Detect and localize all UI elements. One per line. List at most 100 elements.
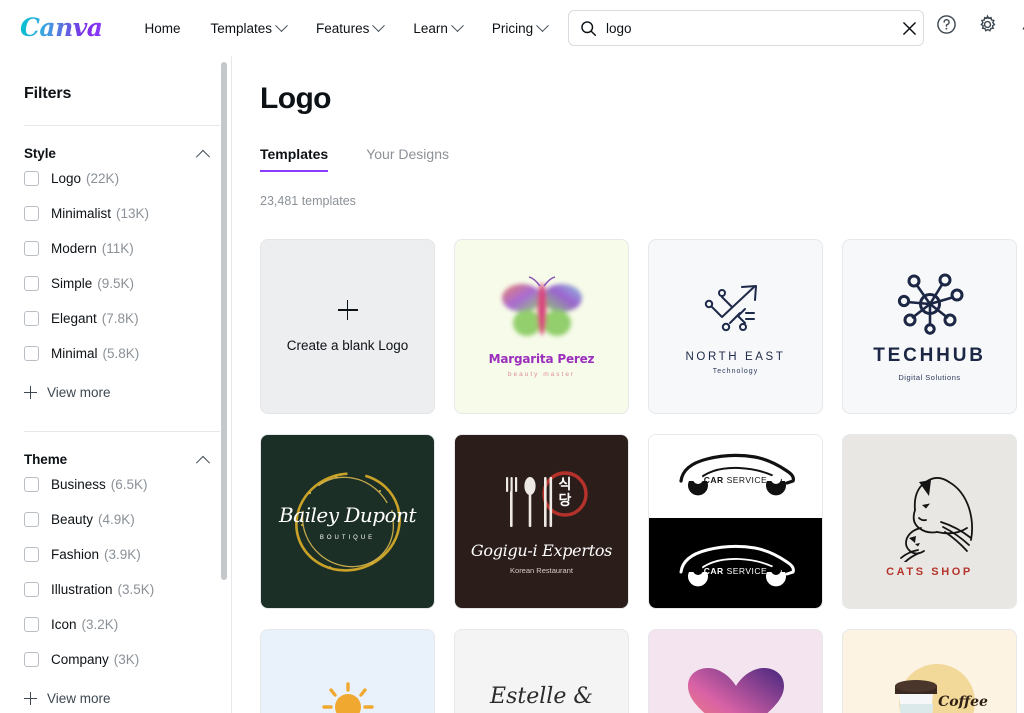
search-icon <box>581 20 597 36</box>
main-nav-links: Home Templates Features Learn Pricing <box>145 18 549 36</box>
filter-option-count: (7.8K) <box>101 311 139 326</box>
filter-option-label: Minimalist <box>51 206 112 221</box>
checkbox[interactable] <box>24 477 39 492</box>
nav-item-home[interactable]: Home <box>145 21 181 36</box>
template-card-coffee[interactable]: Coffee <box>842 629 1017 713</box>
filter-group-theme-header[interactable]: Theme <box>24 452 231 470</box>
filter-option-beauty[interactable]: Beauty (4.9K) <box>24 502 231 537</box>
plus-icon <box>337 300 358 320</box>
filter-group-title: Style <box>24 146 56 161</box>
canva-logo[interactable]: Canva <box>20 15 103 42</box>
filter-group-style-header[interactable]: Style <box>24 146 231 164</box>
template-subtitle: SERVICE <box>726 566 768 577</box>
template-card-car-service[interactable]: CAR SERVICE CAR SERVICE <box>648 434 823 609</box>
template-card-bailey-dupont[interactable]: Bailey Dupont BOUTIQUE <box>260 434 435 609</box>
filter-option-label: Icon <box>51 617 77 632</box>
filter-option-logo[interactable]: Logo (22K) <box>24 161 231 196</box>
nav-icon-group <box>936 14 1024 35</box>
cutlery-icon: 식 당 <box>505 470 588 527</box>
search-bar[interactable] <box>568 10 924 46</box>
sidebar-scrollbar[interactable] <box>221 62 227 580</box>
clear-search-button[interactable] <box>889 13 919 43</box>
template-subtitle: Digital Solutions <box>898 373 961 382</box>
checkbox[interactable] <box>24 346 39 361</box>
template-subtitle: SERVICE <box>726 475 768 485</box>
result-count: 23,481 templates <box>260 194 356 208</box>
filter-option-count: (3K) <box>113 652 140 667</box>
car-service-dark-half: CAR SERVICE <box>649 518 822 608</box>
template-card-sun-wave[interactable] <box>260 629 435 713</box>
coffee-cup-icon: Coffee <box>894 664 988 713</box>
nav-item-pricing[interactable]: Pricing <box>492 18 549 36</box>
filter-option-modern[interactable]: Modern (11K) <box>24 231 231 266</box>
style-view-more-button[interactable]: View more <box>24 375 231 409</box>
checkbox[interactable] <box>24 582 39 597</box>
search-input[interactable] <box>606 20 889 36</box>
checkbox[interactable] <box>24 241 39 256</box>
filter-option-illustration[interactable]: Illustration (3.5K) <box>24 572 231 607</box>
template-title: CATS SHOP <box>886 565 973 578</box>
filter-option-icon[interactable]: Icon (3.2K) <box>24 607 231 642</box>
filter-option-count: (4.9K) <box>98 512 135 527</box>
bell-icon[interactable] <box>1018 14 1024 35</box>
filter-option-elegant[interactable]: Elegant (7.8K) <box>24 301 231 336</box>
nav-item-label: Home <box>144 20 181 36</box>
filter-option-label: Logo <box>51 171 82 186</box>
nav-item-templates[interactable]: Templates <box>211 18 288 36</box>
tab-your-designs[interactable]: Your Designs <box>366 146 449 172</box>
chevron-down-icon <box>536 18 549 32</box>
filter-option-label: Fashion <box>51 547 100 562</box>
filter-option-label: Business <box>51 477 106 492</box>
chevron-down-icon <box>450 18 464 32</box>
filter-group-title: Theme <box>24 452 68 467</box>
filter-option-minimal[interactable]: Minimal (5.8K) <box>24 336 231 371</box>
car-wrench-icon <box>679 544 795 587</box>
help-icon[interactable] <box>936 14 957 35</box>
checkbox[interactable] <box>24 311 39 326</box>
template-title: TECHHUB <box>873 345 986 366</box>
filter-option-minimalist[interactable]: Minimalist (13K) <box>24 196 231 231</box>
filter-option-label: Illustration <box>51 582 113 597</box>
template-card-love-day[interactable]: Love Day <box>648 629 823 713</box>
template-title: NORTH EAST <box>685 350 786 363</box>
filter-option-simple[interactable]: Simple (9.5K) <box>24 266 231 301</box>
template-title: Bailey Dupont <box>278 502 417 527</box>
filter-option-company[interactable]: Company (3K) <box>24 642 231 677</box>
filter-option-count: (3.2K) <box>81 617 119 632</box>
view-more-label: View more <box>47 384 111 400</box>
gear-icon[interactable] <box>977 14 998 35</box>
checkbox[interactable] <box>24 206 39 221</box>
checkbox[interactable] <box>24 547 39 562</box>
filter-option-count: (13K) <box>116 206 150 221</box>
checkbox[interactable] <box>24 652 39 667</box>
car-wrench-icon <box>679 453 795 496</box>
content-tabs: Templates Your Designs <box>260 142 1024 172</box>
checkbox[interactable] <box>24 276 39 291</box>
tab-templates[interactable]: Templates <box>260 146 329 172</box>
butterfly-icon <box>501 275 582 336</box>
template-card-cats-shop[interactable]: CATS SHOP <box>842 434 1017 609</box>
filter-option-fashion[interactable]: Fashion (3.9K) <box>24 537 231 572</box>
gold-brush-circle-icon: Bailey Dupont BOUTIQUE <box>279 463 417 581</box>
nav-item-label: Learn <box>413 20 448 36</box>
close-icon <box>903 21 916 35</box>
svg-text:당: 당 <box>558 492 571 509</box>
template-card-techhub[interactable]: TECHHUB Digital Solutions <box>842 239 1017 414</box>
checkbox[interactable] <box>24 512 39 527</box>
filter-option-business[interactable]: Business (6.5K) <box>24 467 231 502</box>
template-card-estelle[interactable]: Estelle & <box>454 629 629 713</box>
template-card-margarita-perez[interactable]: Margarita Perez beauty master <box>454 239 629 414</box>
car-service-light-half: CAR SERVICE <box>649 435 822 519</box>
page-title: Logo <box>260 82 332 115</box>
theme-view-more-button[interactable]: View more <box>24 681 231 713</box>
checkbox[interactable] <box>24 617 39 632</box>
nav-item-learn[interactable]: Learn <box>413 18 464 36</box>
template-card-gogigu-i-expertos[interactable]: 식 당 Gogigu-i Expertos Korean Restaurant <box>454 434 629 609</box>
template-title: CAR <box>703 566 724 577</box>
create-blank-logo-card[interactable]: Create a blank Logo <box>260 239 435 414</box>
filter-option-count: (3.9K) <box>104 547 141 562</box>
template-card-north-east[interactable]: NORTH EAST Technology <box>648 239 823 414</box>
checkbox[interactable] <box>24 171 39 186</box>
nav-item-features[interactable]: Features <box>316 18 386 36</box>
create-blank-label: Create a blank Logo <box>286 338 409 353</box>
